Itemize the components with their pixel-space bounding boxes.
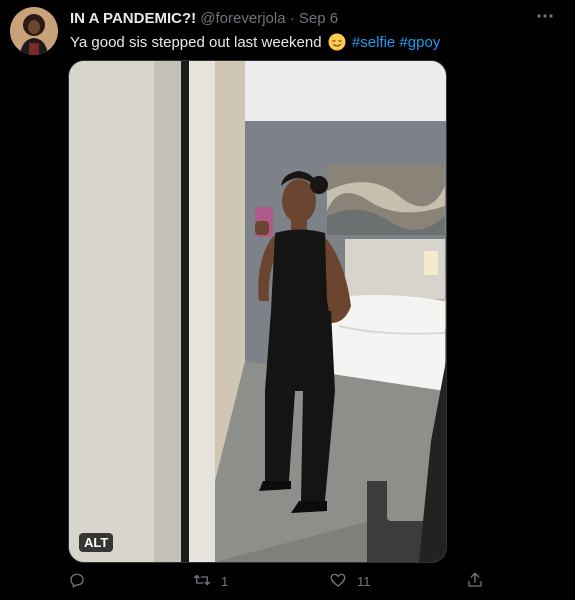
alt-text-badge[interactable]: ALT — [79, 533, 114, 552]
retweet-icon — [193, 571, 211, 592]
reply-icon — [68, 571, 86, 592]
separator-dot: · — [289, 10, 295, 27]
retweet-button[interactable]: 1 — [193, 571, 228, 592]
mirror-selfie-image — [69, 61, 446, 562]
relieved-face-emoji-icon — [328, 33, 346, 57]
more-options-icon[interactable] — [531, 6, 559, 26]
tweet-actions: 1 11 — [0, 568, 575, 596]
tweet-text-body: Ya good sis stepped out last weekend — [70, 34, 322, 51]
like-count: 11 — [357, 574, 371, 589]
heart-icon — [329, 571, 347, 592]
retweet-count: 1 — [221, 574, 229, 589]
share-button[interactable] — [466, 571, 484, 592]
hashtag-gpoy[interactable]: #gpoy — [399, 34, 440, 51]
tweet-text: Ya good sis stepped out last weekend #se… — [70, 33, 440, 57]
tweet-date[interactable]: Sep 6 — [299, 10, 338, 27]
hashtag-selfie[interactable]: #selfie — [352, 34, 395, 51]
reply-button[interactable] — [68, 571, 96, 592]
display-name[interactable]: IN A PANDEMIC?! — [70, 10, 196, 27]
tweet[interactable]: IN A PANDEMIC?! @foreverjola · Sep 6 Ya … — [0, 0, 575, 600]
tweet-photo[interactable]: ALT — [68, 60, 447, 563]
user-handle[interactable]: @foreverjola — [200, 10, 285, 27]
share-icon — [466, 571, 484, 592]
avatar[interactable] — [10, 7, 58, 55]
tweet-header: IN A PANDEMIC?! @foreverjola · Sep 6 — [70, 10, 338, 27]
like-button[interactable]: 11 — [329, 571, 371, 592]
